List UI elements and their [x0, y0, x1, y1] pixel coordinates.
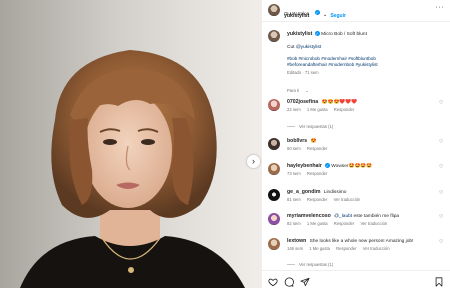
comment-time[interactable]: 73 sem: [287, 171, 301, 176]
comment-meta: 81 sem Responder Ver traducción: [287, 197, 365, 202]
comment-item: 0702josefina 😍😍😍❤️❤️❤️ 22 sem 1 Me gusta…: [268, 99, 444, 113]
comment-text: 😍😍😍❤️❤️❤️: [321, 100, 358, 105]
comment-avatar[interactable]: [268, 163, 280, 175]
save-icon[interactable]: [434, 274, 444, 287]
reply-button[interactable]: Responder: [307, 197, 328, 202]
comment-meta: 60 sem Responder: [287, 146, 332, 151]
comment-item: myriamvelencoso @_laubt este también me …: [268, 213, 444, 227]
more-options-icon[interactable]: ···: [436, 4, 445, 11]
reply-button[interactable]: Responder: [334, 107, 355, 112]
comment-item: lextown She looks like a whole new perso…: [268, 238, 444, 252]
comment-username[interactable]: myriamvelencoso: [287, 213, 331, 219]
comment-avatar[interactable]: [268, 238, 280, 250]
comment-avatar[interactable]: [268, 213, 280, 225]
comment-icon[interactable]: [284, 274, 294, 287]
post-photo[interactable]: ›: [0, 0, 262, 288]
share-icon[interactable]: [300, 274, 310, 287]
caption-mention[interactable]: @yukistylist: [296, 45, 321, 50]
comment-time[interactable]: 82 sem: [287, 221, 301, 226]
reply-button[interactable]: Responder: [307, 146, 328, 151]
comment-like-heart-icon[interactable]: ♡: [439, 240, 444, 245]
comment-avatar[interactable]: [268, 138, 280, 150]
verified-badge-icon: ✓: [314, 10, 320, 16]
comment-avatar[interactable]: [268, 99, 280, 111]
caption-username[interactable]: yukistylist: [287, 31, 312, 37]
next-photo-button[interactable]: ›: [247, 155, 260, 168]
reply-button[interactable]: Responder: [336, 246, 357, 251]
comment-meta: 73 sem Responder: [287, 171, 332, 176]
post-location[interactable]: OLLIN Salon: [284, 11, 309, 16]
translate-button[interactable]: Ver traducción: [334, 197, 361, 202]
caption-cut-label: Cut: [287, 45, 295, 50]
comment-like-heart-icon[interactable]: ♡: [439, 140, 444, 145]
comment-likes[interactable]: 1 Me gusta: [307, 107, 328, 112]
reply-button[interactable]: Responder: [334, 221, 355, 226]
post-sidebar: yukistylist ✓ • Seguir OLLIN Salon ··· y…: [262, 0, 450, 288]
comment-like-heart-icon[interactable]: ♡: [439, 191, 444, 196]
comment-username[interactable]: bobllvrs: [287, 138, 307, 144]
comment-likes[interactable]: 1 Me gusta: [307, 221, 328, 226]
comment-username[interactable]: lextown: [287, 238, 306, 244]
comment-avatar[interactable]: [268, 189, 280, 201]
comment-time[interactable]: 60 sem: [287, 146, 301, 151]
comment-text: Wowser🤩🤩🤩🤩: [331, 164, 373, 169]
verified-badge-icon: ✓: [314, 31, 320, 37]
post-caption: yukistylist ✓ Micro Bob / Soft blunt Cut…: [287, 31, 445, 76]
author-avatar[interactable]: [268, 4, 280, 16]
caption-meta: Editado · 71 sem: [287, 70, 319, 75]
reply-button[interactable]: Responder: [307, 171, 328, 176]
like-icon[interactable]: [268, 274, 278, 287]
comment-time[interactable]: 81 sem: [287, 197, 301, 202]
portrait-illustration: [20, 50, 245, 288]
comment-text: este también me flipa: [353, 214, 400, 219]
view-replies-button[interactable]: Ver respuestas (1): [287, 262, 333, 267]
comment-time[interactable]: 146 sem: [287, 246, 303, 251]
comment-time[interactable]: 22 sem: [287, 107, 301, 112]
comment-text: Lindissimo: [323, 190, 347, 195]
comment-like-heart-icon[interactable]: ♡: [439, 215, 444, 220]
comment-username[interactable]: 0702josefina: [287, 99, 318, 105]
caption-hashtags-2[interactable]: #beforeandafterhair #modernbob #yukistyl…: [287, 62, 445, 68]
post-header: yukistylist ✓ • Seguir OLLIN Salon ···: [262, 0, 450, 22]
comment-item: ge_a_gondim Lindissimo 81 sem Responder …: [268, 189, 444, 203]
caption-title: Micro Bob / Soft blunt: [321, 32, 367, 37]
translate-button[interactable]: Ver traducción: [360, 221, 387, 226]
comment-likes[interactable]: 1 Me gusta: [309, 246, 330, 251]
caption-avatar[interactable]: [268, 30, 280, 42]
comment-username[interactable]: ge_a_gondim: [287, 189, 320, 195]
comment-like-heart-icon[interactable]: ♡: [439, 165, 444, 170]
para-ti-label[interactable]: Para ti ⌄: [287, 88, 309, 93]
follow-button[interactable]: Seguir: [330, 13, 346, 19]
comment-text: 😍: [310, 139, 317, 144]
comment-like-heart-icon[interactable]: ♡: [439, 101, 444, 106]
comment-username[interactable]: hayleybenhair: [287, 163, 322, 169]
comment-item: bobllvrs 😍 60 sem Responder ♡: [268, 138, 444, 152]
comment-item: hayleybenhair ✓ Wowser🤩🤩🤩🤩 73 sem Respond…: [268, 163, 444, 177]
comment-mention[interactable]: @_laubt: [334, 214, 352, 219]
comment-meta: 82 sem 1 Me gusta Responder Ver traducci…: [287, 221, 392, 226]
verified-badge-icon: ✓: [324, 163, 330, 169]
post-action-bar: [262, 270, 450, 288]
comment-meta: 146 sem 1 Me gusta Responder Ver traducc…: [287, 246, 395, 251]
comment-text: She looks like a whole new person! Amazi…: [309, 239, 414, 244]
comment-meta: 22 sem 1 Me gusta Responder: [287, 107, 359, 112]
translate-button[interactable]: Ver traducción: [363, 246, 390, 251]
view-replies-button[interactable]: Ver respuestas (1): [287, 124, 333, 129]
